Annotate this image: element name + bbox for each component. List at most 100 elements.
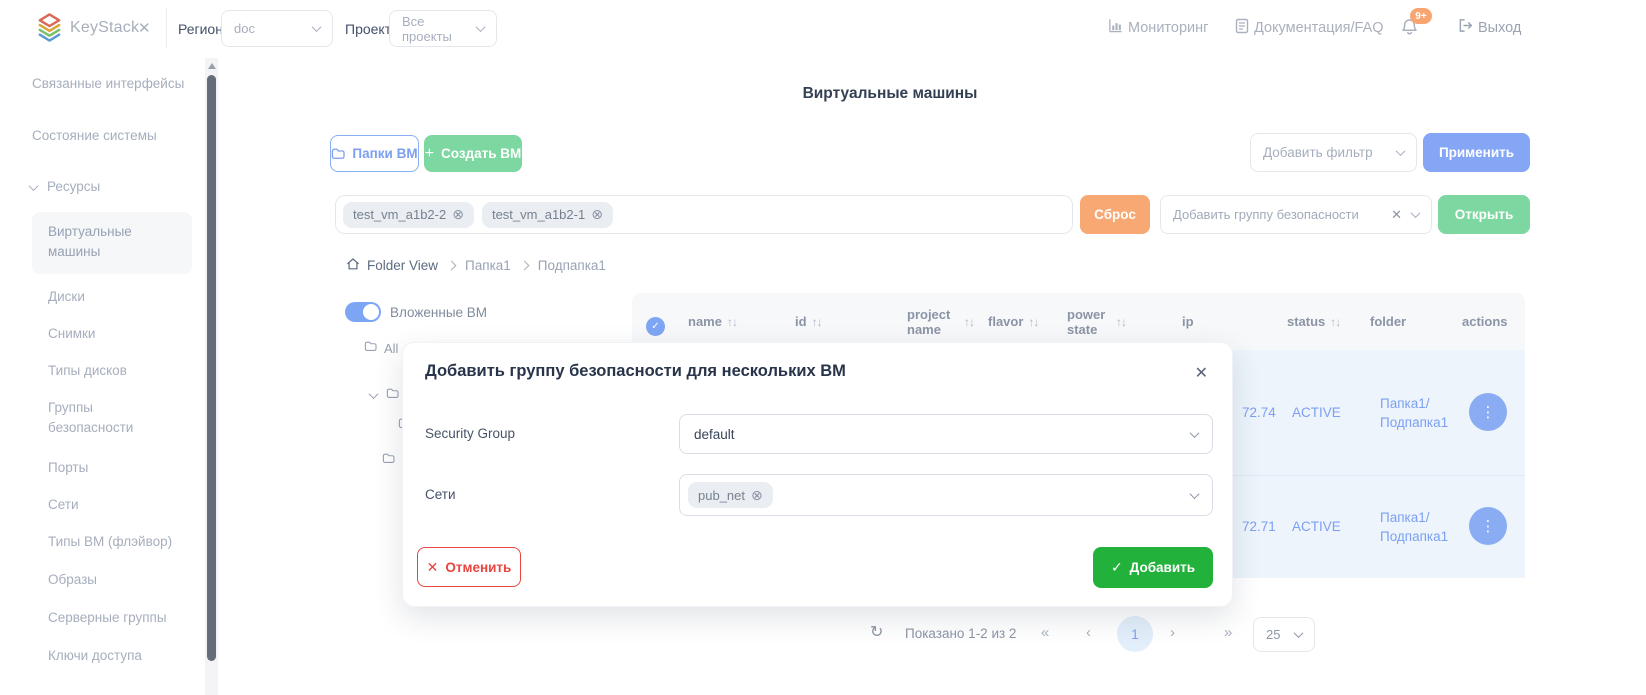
chevron-down-icon — [312, 22, 322, 32]
security-group-label: Security Group — [425, 426, 515, 441]
sidebar-item-ports[interactable]: Порты — [48, 458, 188, 478]
breadcrumb-subfolder1[interactable]: Подпапка1 — [538, 258, 606, 273]
pagination-next[interactable]: › — [1170, 624, 1175, 641]
tree-item-expanded[interactable] — [370, 386, 399, 404]
reset-button[interactable]: Сброс — [1080, 195, 1150, 234]
x-icon: ✕ — [427, 559, 439, 576]
folder-icon — [331, 148, 345, 160]
status-badge: ACTIVE — [1292, 405, 1341, 420]
logout-icon — [1458, 18, 1473, 37]
chevron-down-icon — [1396, 146, 1406, 156]
cancel-button[interactable]: ✕ Отменить — [417, 547, 521, 587]
group-action-select[interactable]: Добавить группу безопасности ✕ — [1160, 195, 1432, 234]
sidebar-item-resources[interactable]: Ресурсы — [30, 177, 100, 197]
chevron-down-icon — [476, 22, 486, 32]
page-size-select[interactable]: 25 — [1253, 617, 1315, 652]
clear-select-icon[interactable]: ✕ — [1391, 207, 1402, 223]
cell-ip: 72.74 — [1242, 405, 1276, 420]
row-actions-button[interactable]: ⋮ — [1469, 507, 1507, 545]
create-vm-button[interactable]: + Создать ВМ — [424, 135, 522, 172]
sidebar-item-virtual-machines[interactable]: Виртуальные машины — [32, 212, 192, 274]
remove-chip-icon[interactable]: ⊗ — [591, 206, 603, 223]
add-security-group-modal: Добавить группу безопасности для несколь… — [402, 342, 1233, 607]
sidebar-item-server-groups[interactable]: Серверные группы — [48, 608, 198, 628]
sidebar-item-images[interactable]: Образы — [48, 570, 188, 590]
sidebar-item-vm-types[interactable]: Типы ВМ (флэйвор) — [48, 532, 198, 552]
sidebar-item-access-keys[interactable]: Ключи доступа — [48, 646, 188, 666]
row-actions-button[interactable]: ⋮ — [1469, 393, 1507, 431]
sidebar-item-security-groups[interactable]: Группы безопасности — [48, 398, 168, 438]
sort-icon[interactable]: ↑↓ — [1116, 315, 1126, 329]
select-all-checkbox[interactable]: ✓ — [646, 317, 665, 336]
sort-icon[interactable]: ↑↓ — [964, 315, 974, 329]
pagination-last[interactable]: » — [1224, 624, 1232, 641]
scrollbar-up-arrow[interactable] — [208, 63, 216, 69]
breadcrumb-folder1[interactable]: Папка1 — [465, 258, 511, 273]
filter-input[interactable]: test_vm_a1b2-2 ⊗ test_vm_a1b2-1 ⊗ — [335, 195, 1073, 234]
filter-chip[interactable]: test_vm_a1b2-2 ⊗ — [343, 202, 474, 228]
open-button[interactable]: Открыть — [1438, 195, 1530, 234]
security-group-select[interactable]: default — [679, 414, 1213, 454]
project-select[interactable]: Все проекты — [389, 10, 497, 47]
column-header-actions: actions — [1462, 293, 1508, 350]
sidebar-item-snapshots[interactable]: Снимки — [48, 324, 188, 344]
networks-label: Сети — [425, 487, 456, 502]
sidebar-item-disks[interactable]: Диски — [48, 287, 188, 307]
document-icon — [1235, 18, 1249, 38]
sort-icon[interactable]: ↑↓ — [727, 315, 737, 329]
nav-monitoring[interactable]: Мониторинг — [1108, 18, 1208, 37]
sidebar-item-disk-types[interactable]: Типы дисков — [48, 361, 188, 381]
filter-chip[interactable]: test_vm_a1b2-1 ⊗ — [482, 202, 613, 228]
sidebar-item-related-interfaces[interactable]: Связанные интерфейсы — [32, 74, 192, 94]
breadcrumb-folder-view[interactable]: Folder View — [346, 257, 438, 274]
notifications-badge: 9+ — [1410, 8, 1432, 24]
tree-item-all[interactable]: All — [364, 339, 398, 357]
confirm-add-button[interactable]: ✓ Добавить — [1093, 547, 1213, 588]
logout-button[interactable]: Выход — [1458, 18, 1521, 37]
project-value: Все проекты — [402, 14, 469, 44]
region-select[interactable]: doc — [221, 10, 333, 47]
remove-chip-icon[interactable]: ⊗ — [452, 206, 464, 223]
sidebar-item-system-state[interactable]: Состояние системы — [32, 126, 192, 146]
scrollbar-thumb[interactable] — [207, 75, 216, 661]
chevron-down-icon — [1294, 628, 1304, 638]
modal-close-icon[interactable]: ✕ — [1195, 363, 1208, 383]
pagination-summary: Показано 1-2 из 2 — [905, 626, 1016, 641]
chevron-down-icon — [1411, 208, 1421, 218]
column-header-status[interactable]: status ↑↓ — [1287, 293, 1340, 350]
nested-vm-toggle[interactable] — [345, 302, 381, 322]
sort-icon[interactable]: ↑↓ — [1028, 315, 1038, 329]
header-divider — [166, 8, 167, 48]
nested-vm-toggle-label: Вложенные ВМ — [390, 305, 487, 320]
column-header-folder: folder — [1370, 293, 1406, 350]
nav-documentation[interactable]: Документация/FAQ — [1235, 18, 1384, 38]
sidebar-close-icon[interactable]: ✕ — [138, 19, 151, 37]
cell-folder-link[interactable]: Папка1/Подпапка1 — [1380, 508, 1456, 546]
chevron-down-icon — [1190, 428, 1200, 438]
sidebar-scrollbar[interactable] — [205, 58, 218, 695]
cell-folder-link[interactable]: Папка1/Подпапка1 — [1380, 394, 1456, 432]
sidebar-item-networks[interactable]: Сети — [48, 495, 188, 515]
folder-icon — [382, 451, 395, 469]
remove-chip-icon[interactable]: ⊗ — [751, 487, 763, 504]
vm-folders-button[interactable]: Папки ВМ — [330, 135, 419, 172]
sort-icon[interactable]: ↑↓ — [812, 315, 822, 329]
pagination-page-1[interactable]: 1 — [1117, 616, 1153, 652]
brand-name: KeyStack — [70, 19, 139, 37]
security-group-value: default — [694, 427, 735, 442]
network-chip[interactable]: pub_net ⊗ — [688, 482, 773, 508]
modal-title: Добавить группу безопасности для несколь… — [425, 362, 846, 381]
chevron-down-icon — [369, 389, 379, 399]
home-icon — [346, 257, 360, 274]
project-label: Проект: — [345, 21, 395, 37]
sort-icon[interactable]: ↑↓ — [1330, 315, 1340, 329]
region-value: doc — [234, 21, 255, 36]
pagination-prev[interactable]: ‹ — [1086, 624, 1091, 641]
networks-select[interactable]: pub_net ⊗ — [679, 474, 1213, 516]
check-icon: ✓ — [1111, 559, 1123, 576]
refresh-icon[interactable]: ↻ — [870, 622, 883, 642]
add-filter-select[interactable]: Добавить фильтр — [1250, 133, 1417, 172]
pagination-first[interactable]: « — [1041, 624, 1049, 641]
apply-button[interactable]: Применить — [1423, 133, 1530, 172]
breadcrumb: Folder View Папка1 Подпапка1 — [346, 257, 606, 274]
